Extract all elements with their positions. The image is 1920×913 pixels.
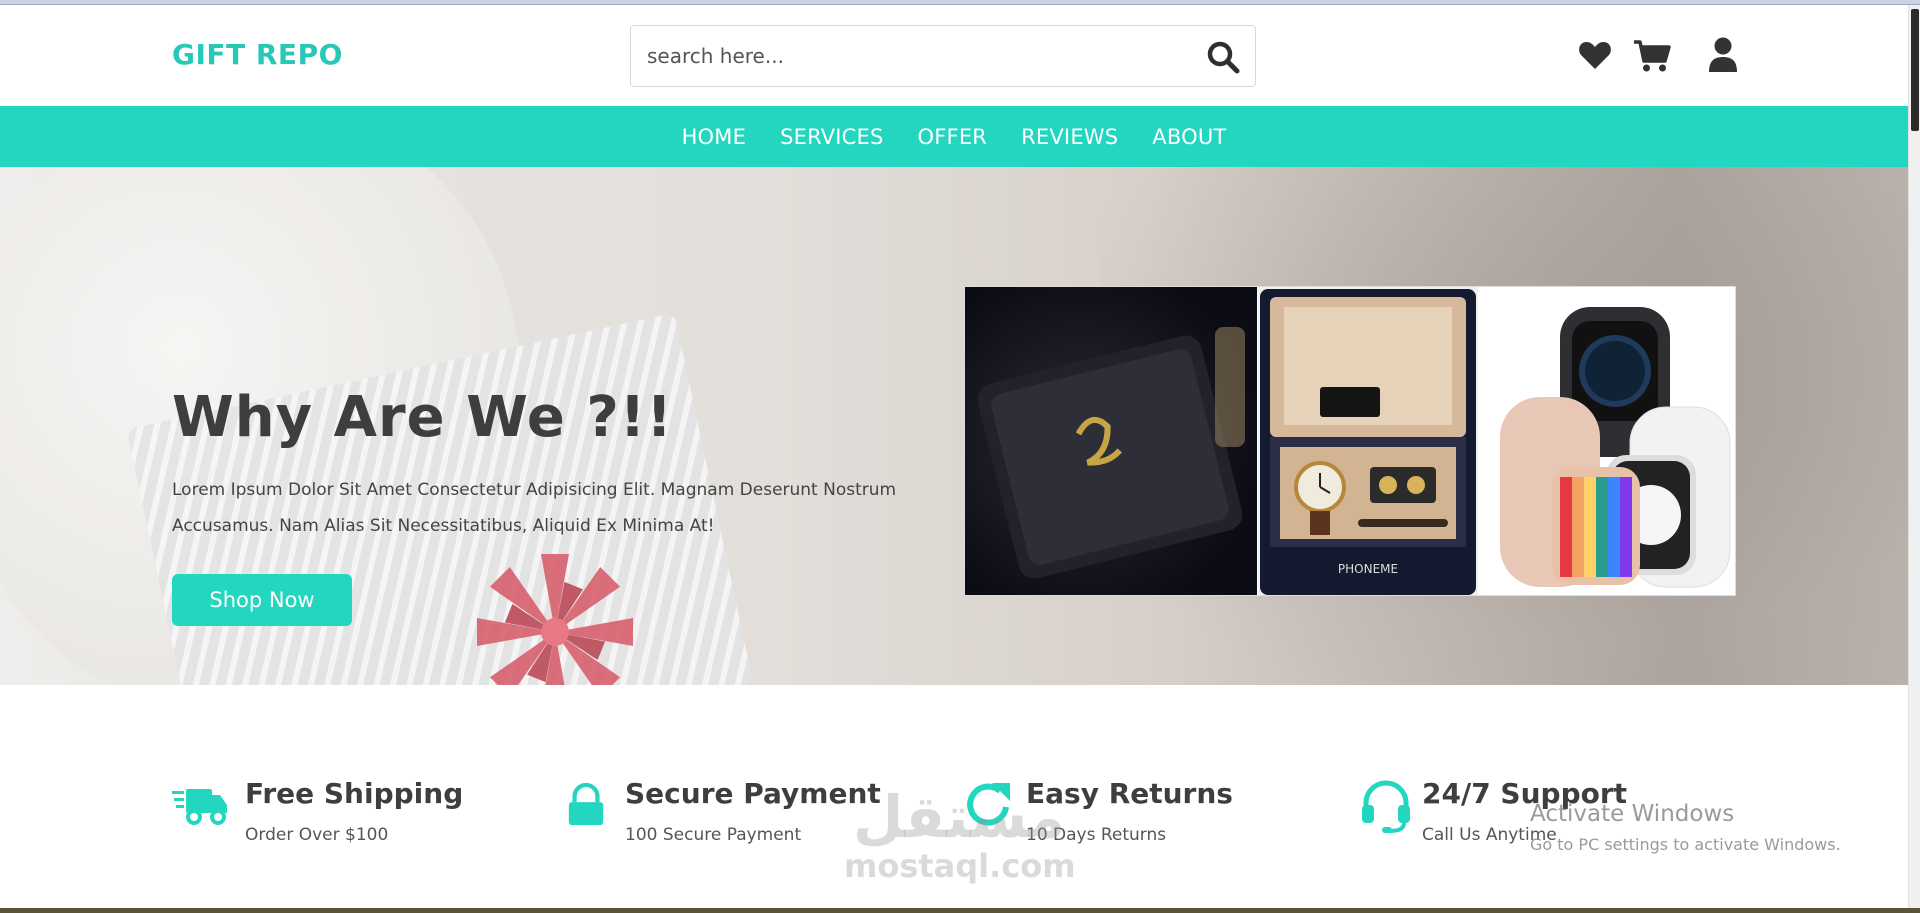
hero-title: Why Are We ?!! [172, 385, 673, 450]
nav-item-services[interactable]: SERVICES [780, 125, 883, 149]
lock-icon [568, 782, 604, 825]
scrollbar-thumb[interactable] [1911, 9, 1919, 131]
shop-now-button[interactable]: Shop Now [172, 574, 352, 626]
nav-item-home[interactable]: HOME [682, 125, 747, 149]
heart-icon[interactable] [1578, 39, 1612, 75]
watch-gift-box-image: PHONEME [1258, 287, 1478, 595]
feature-title: Free Shipping [245, 777, 464, 810]
cart-icon[interactable] [1633, 39, 1671, 77]
mostaql-watermark: مستقل mostaql.com [844, 783, 1076, 885]
nav-item-about[interactable]: ABOUT [1152, 125, 1226, 149]
activate-windows-title: Activate Windows [1530, 801, 1735, 827]
feature-subtitle: 100 Secure Payment [625, 825, 802, 845]
search-icon[interactable] [1205, 39, 1241, 75]
nav-item-reviews[interactable]: REVIEWS [1021, 125, 1118, 149]
taskbar-edge [0, 908, 1920, 913]
hero-section: Why Are We ?!! Lorem Ipsum Dolor Sit Ame… [0, 167, 1908, 685]
hero-product-image: PHONEME [964, 286, 1736, 596]
hero-description: Lorem Ipsum Dolor Sit Amet Consectetur A… [172, 480, 897, 536]
wallet-image [965, 287, 1257, 595]
page: GIFT REPO search here... HOME SERVICES O… [0, 5, 1908, 910]
feature-title: Secure Payment [625, 777, 881, 810]
smartwatches-image [1480, 287, 1735, 595]
activate-windows-subtitle: Go to PC settings to activate Windows. [1530, 835, 1841, 854]
feature-subtitle: Order Over $100 [245, 825, 389, 845]
headset-icon [1362, 780, 1410, 833]
main-nav: HOME SERVICES OFFER REVIEWS ABOUT [0, 106, 1908, 167]
search-box [630, 25, 1256, 87]
page-scrollbar[interactable] [1908, 5, 1920, 910]
search-input[interactable] [647, 38, 1167, 74]
activate-windows-overlay: Activate Windows Go to PC settings to ac… [1530, 801, 1841, 854]
user-icon[interactable] [1708, 37, 1738, 77]
shipping-truck-icon [172, 789, 227, 825]
svg-text:PHONEME: PHONEME [1338, 562, 1398, 576]
site-header: GIFT REPO [0, 5, 1908, 106]
site-logo[interactable]: GIFT REPO [172, 38, 343, 71]
nav-item-offer[interactable]: OFFER [918, 125, 988, 149]
